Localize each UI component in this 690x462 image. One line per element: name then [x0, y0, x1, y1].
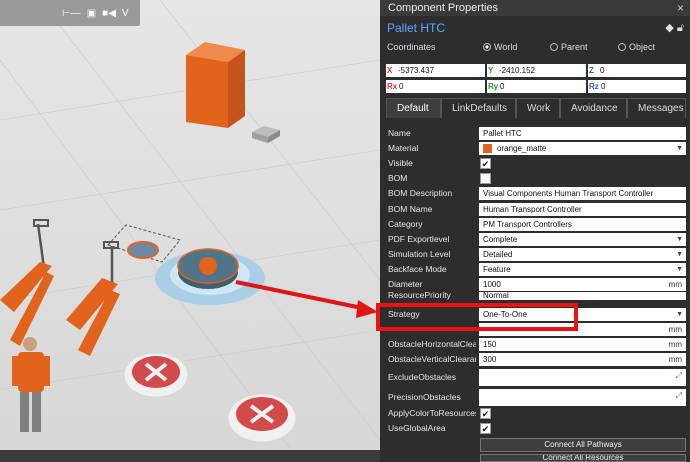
radio-world[interactable]: World [483, 42, 517, 52]
resource-priority-select[interactable]: Normal [479, 292, 686, 300]
pdf-export-select[interactable]: Complete ▼ [479, 233, 686, 246]
material-swatch [483, 144, 492, 153]
use-global-area-checkbox[interactable]: ✔ [480, 423, 491, 434]
coord-rx-field[interactable]: Rx 0 [386, 80, 485, 93]
component-name[interactable]: Pallet HTC [387, 21, 445, 35]
bom-description-field[interactable]: Visual Components Human Transport Contro… [479, 187, 686, 200]
diameter-field[interactable]: 1000 mm [479, 278, 686, 291]
prop-name-row: Name Pallet HTC [386, 126, 686, 141]
close-icon[interactable]: × [677, 1, 684, 15]
unlock-icon[interactable]: 🔓︎ [677, 22, 684, 34]
prop-material-row: Material orange_matte ▼ [386, 141, 686, 156]
pallet-jack-1[interactable] [0, 219, 54, 346]
pallet-jack-2[interactable] [66, 241, 120, 356]
3d-scene[interactable] [0, 0, 380, 462]
red-annotation-arrow [235, 280, 378, 318]
name-field[interactable]: Pallet HTC [479, 127, 686, 140]
backface-mode-select[interactable]: Feature ▼ [479, 263, 686, 276]
panel-titlebar: Component Properties × [380, 0, 690, 16]
prop-use-global-row: UseGlobalArea ✔ [388, 423, 491, 434]
prop-pdf-export-row: PDF Exportlevel Complete ▼ [386, 232, 686, 247]
bom-name-field[interactable]: Human Transport Controller [479, 203, 686, 216]
chevron-down-icon: ▼ [676, 311, 683, 318]
tab-avoidance[interactable]: Avoidance [560, 98, 627, 118]
viewport-bottom-bar [0, 450, 380, 462]
prop-backface-row: Backface Mode Feature ▼ [386, 262, 686, 277]
prop-category-row: Category PM Transport Controllers [386, 217, 686, 232]
obstacle-horizontal-field[interactable]: 150 mm [479, 338, 686, 351]
expand-icon: ⤢ [675, 391, 682, 400]
connect-all-pathways-button[interactable]: Connect All Pathways [480, 438, 686, 452]
blocked-marker-2[interactable] [227, 393, 297, 443]
bom-checkbox[interactable] [480, 173, 491, 184]
chevron-down-icon: ▼ [676, 251, 683, 258]
coordinates-label: Coordinates [387, 42, 436, 52]
small-gray-box[interactable] [252, 126, 280, 143]
prop-visible-row: Visible ✔ [388, 158, 491, 169]
coord-x-field[interactable]: X -5373.437 [386, 64, 485, 77]
prop-diameter-row: Diameter 1000 mm [386, 277, 686, 292]
viewport-toolbar: ⊢— ▣ ■◀ V [0, 0, 140, 26]
coordinates-row: Coordinates World Parent Object [380, 40, 690, 54]
tab-default[interactable]: Default [386, 98, 441, 118]
property-tabs: Default LinkDefaults Work Avoidance Mess… [386, 98, 686, 118]
material-select[interactable]: orange_matte ▼ [479, 142, 686, 155]
prop-precision-row: PrecisionObstacles ⤢ [386, 388, 686, 406]
precision-obstacles-field[interactable]: ⤢ [479, 389, 686, 406]
human-operator[interactable] [12, 337, 50, 432]
prop-bom-description-row: BOM Description Visual Components Human … [386, 186, 686, 201]
prop-obstacle-h-row: ObstacleHorizontalClea... 150 mm [386, 337, 686, 352]
3d-viewport[interactable]: ⊢— ▣ ■◀ V [0, 0, 380, 462]
coord-rz-field[interactable]: Rz 0 [588, 80, 686, 93]
tag-icon[interactable]: ◆ [665, 22, 673, 34]
prop-sim-level-row: Simulation Level Detailed ▼ [386, 247, 686, 262]
panel-title: Component Properties [388, 2, 499, 14]
visible-checkbox[interactable]: ✔ [480, 158, 491, 169]
tab-linkdefaults[interactable]: LinkDefaults [441, 98, 516, 118]
visual-components-logo: V [121, 7, 129, 19]
category-field[interactable]: PM Transport Controllers [479, 218, 686, 231]
connect-all-resources-button[interactable]: Connect All Resources [480, 454, 686, 462]
prop-apply-color-row: ApplyColorToResources ✔ [388, 408, 491, 419]
coord-ry-field[interactable]: Ry 0 [487, 80, 586, 93]
chevron-down-icon: ▼ [676, 266, 683, 273]
blocked-marker-1[interactable] [123, 352, 189, 398]
coord-z-field[interactable]: Z0 [588, 64, 686, 77]
radio-parent[interactable]: Parent [550, 42, 588, 52]
tab-messages[interactable]: Messages [627, 98, 686, 118]
chevron-down-icon: ▼ [676, 145, 683, 152]
component-header: Pallet HTC ◆ 🔓︎ [380, 16, 690, 40]
tab-work[interactable]: Work [516, 98, 560, 118]
prop-resource-priority-row: ResourcePriority Normal [386, 292, 686, 300]
prop-bom-name-row: BOM Name Human Transport Controller [386, 202, 686, 217]
measure-icon[interactable]: ⊢— [62, 8, 81, 19]
camera-icon[interactable]: ■◀ [102, 8, 116, 19]
simulation-level-select[interactable]: Detailed ▼ [479, 248, 686, 261]
expand-icon: ⤢ [675, 371, 682, 380]
prop-exclude-row: ExcludeObstacles ⤢ [386, 368, 686, 386]
pallet-htc-component[interactable] [155, 248, 265, 305]
prop-obstacle-v-row: ObstacleVerticalClearan... 300mm [386, 352, 686, 367]
orange-box-component[interactable] [186, 42, 245, 128]
apply-color-checkbox[interactable]: ✔ [480, 408, 491, 419]
exclude-obstacles-field[interactable]: ⤢ [479, 369, 686, 386]
image-icon[interactable]: ▣ [87, 8, 96, 19]
strategy-highlight-box [376, 303, 578, 331]
radio-object[interactable]: Object [618, 42, 655, 52]
prop-bom-row: BOM [386, 171, 686, 186]
chevron-down-icon: ▼ [676, 236, 683, 243]
coord-y-field[interactable]: Y -2410.152 [487, 64, 586, 77]
small-pallet-marker[interactable] [127, 241, 159, 259]
obstacle-vertical-field[interactable]: 300 mm [479, 353, 686, 366]
